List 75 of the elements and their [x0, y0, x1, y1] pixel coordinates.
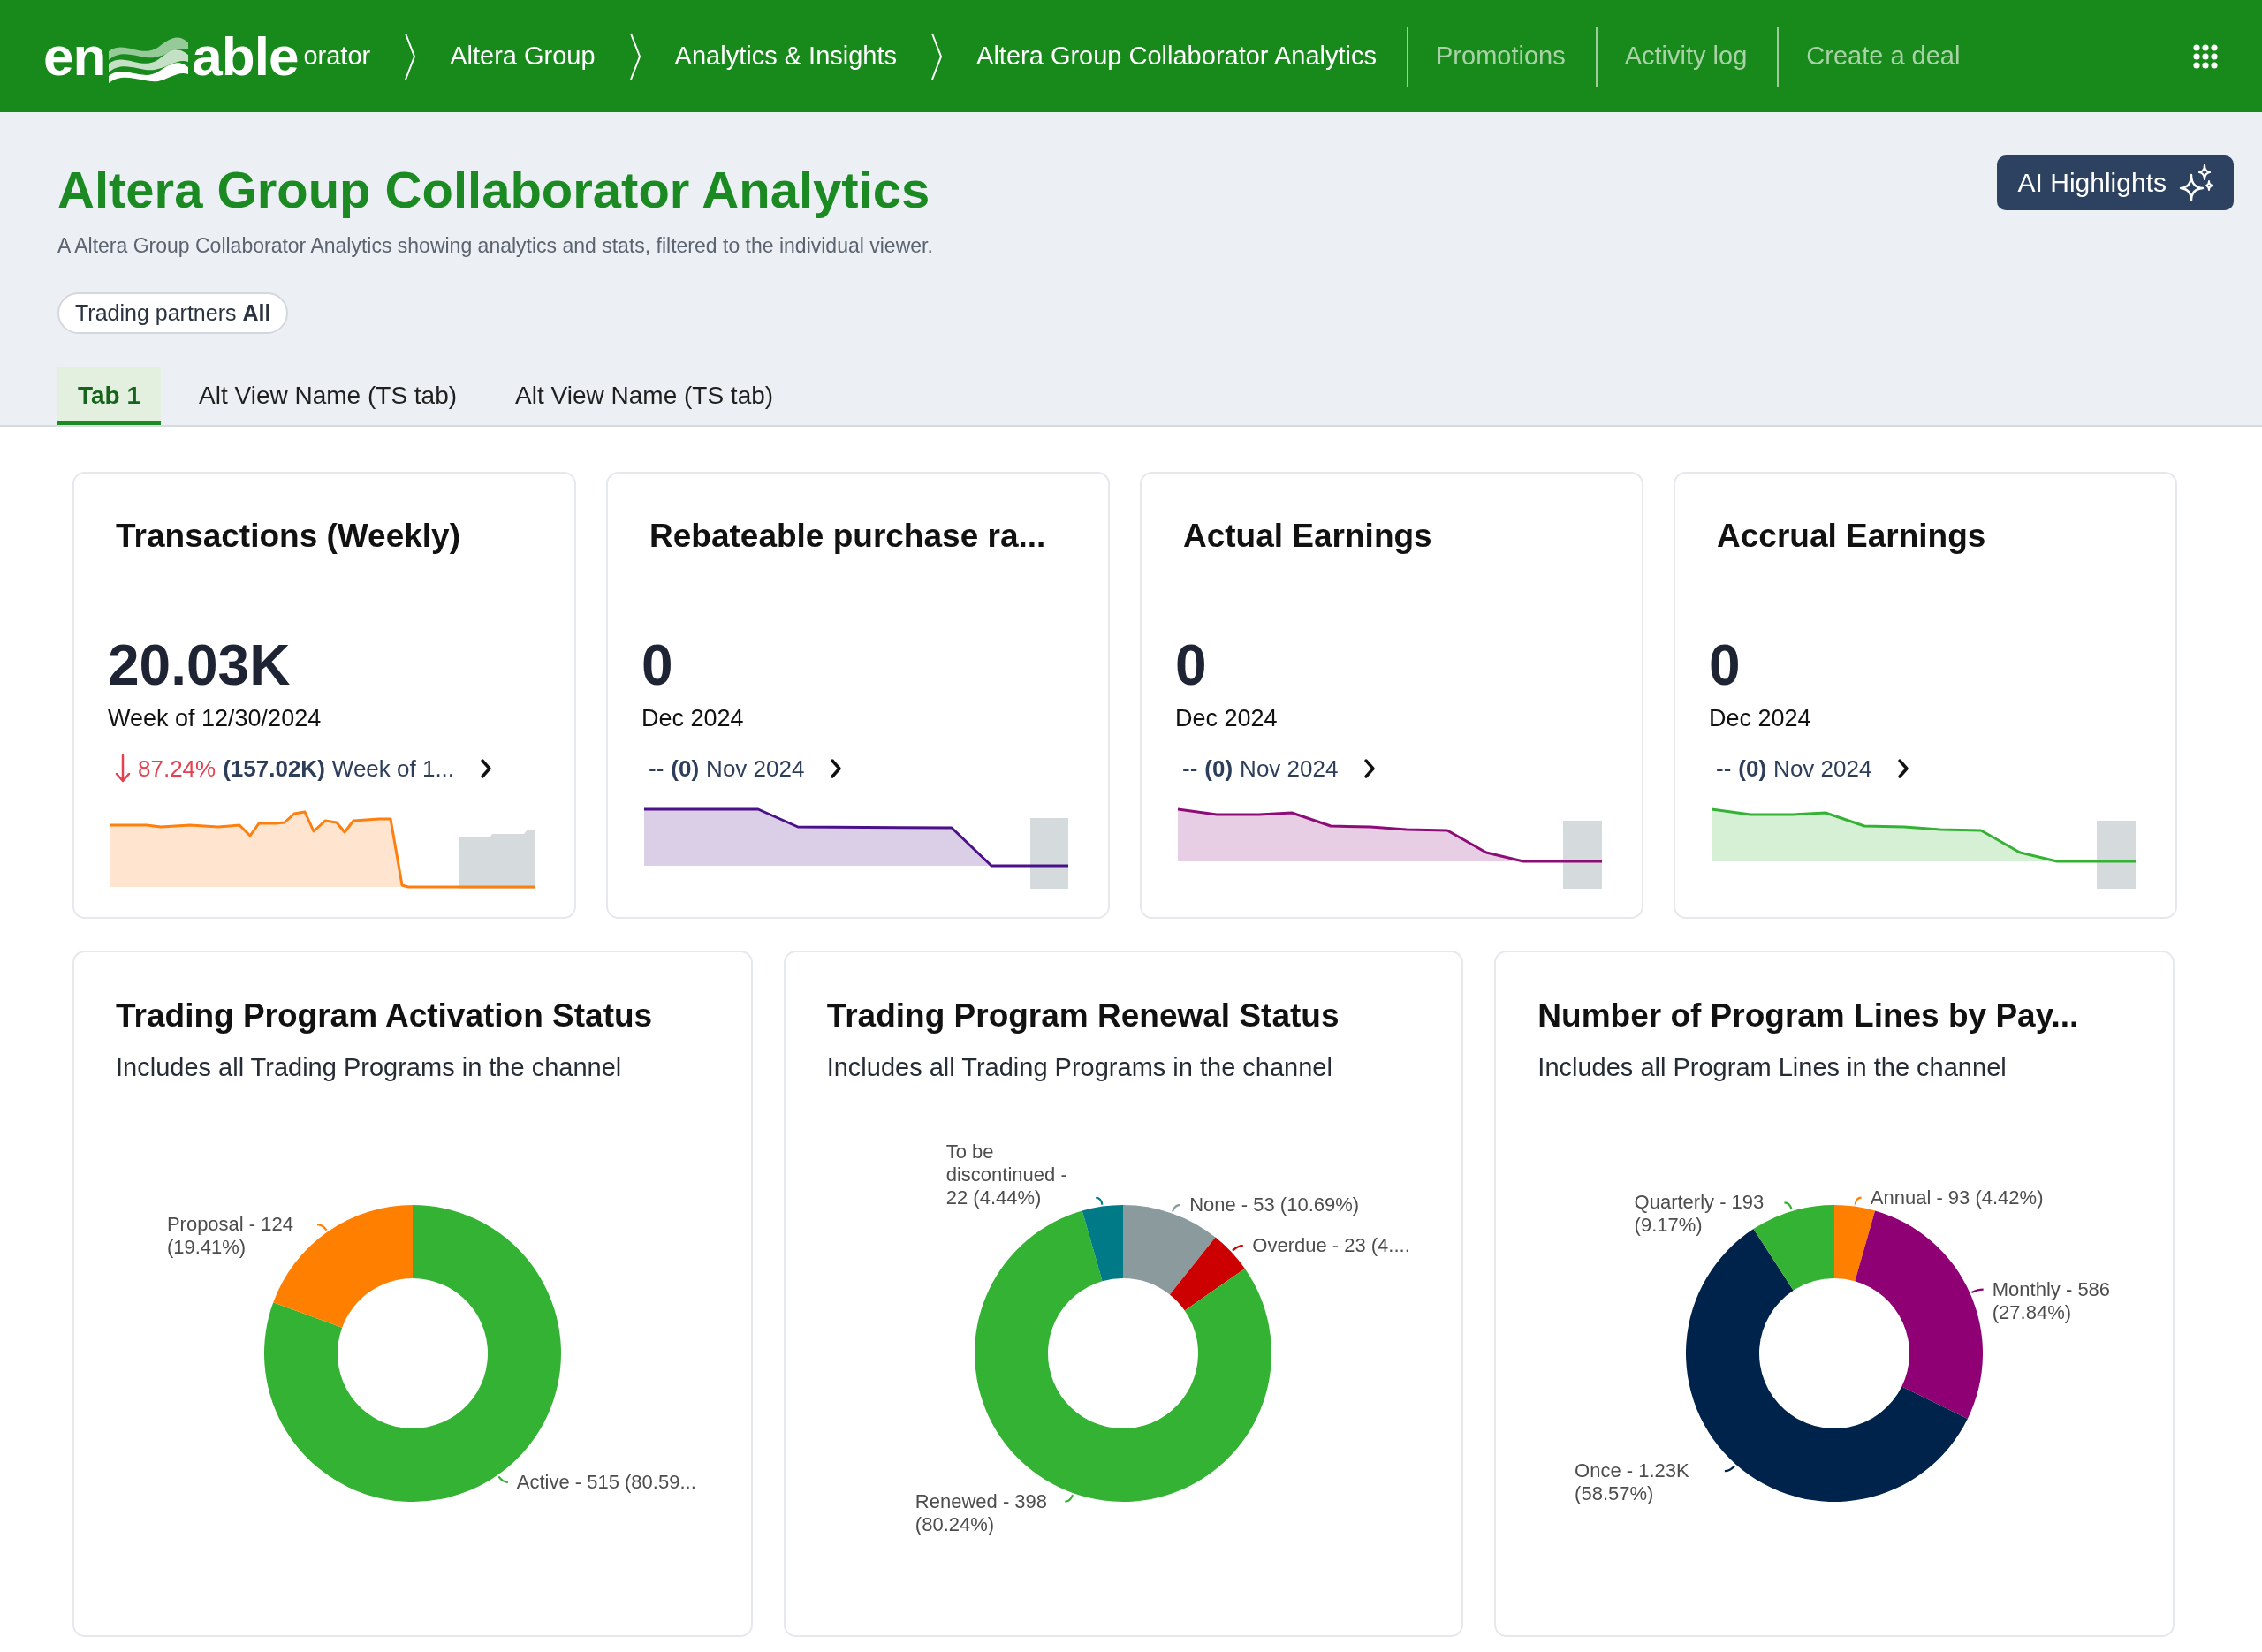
previous-period: Nov 2024: [1773, 754, 1872, 783]
change-percent: --: [1182, 754, 1198, 783]
previous-period: Nov 2024: [1240, 754, 1339, 783]
breadcrumb-link[interactable]: orator: [303, 42, 371, 71]
chevron-right-icon: [628, 31, 641, 81]
breadcrumb-link[interactable]: Analytics & Insights: [674, 42, 898, 71]
previous-value: (0): [671, 754, 700, 783]
kpi-period: Week of 12/30/2024: [108, 704, 323, 733]
kpi-value: 0: [641, 633, 674, 697]
card-subtitle: Includes all Trading Programs in the channel: [826, 1052, 1333, 1083]
kpi-period: Dec 2024: [1175, 704, 1279, 733]
nav-link[interactable]: Promotions: [1436, 42, 1566, 71]
logo[interactable]: en able: [43, 28, 299, 84]
page-title: Altera Group Collaborator Analytics: [57, 160, 931, 220]
card-title: Trading Program Activation Status: [116, 997, 654, 1035]
previous-value: (0): [1204, 754, 1233, 783]
leader-line: [1784, 1201, 1793, 1210]
kpi-value: 0: [1709, 633, 1742, 697]
kpi-value: 20.03K: [108, 633, 292, 697]
card-subtitle: Includes all Trading Programs in the channel: [116, 1052, 623, 1083]
previous-value: (0): [1738, 754, 1767, 783]
leader-line: [1065, 1494, 1074, 1503]
leader-line: [1096, 1196, 1104, 1205]
nav-link[interactable]: Create a deal: [1806, 42, 1961, 71]
leader-line: [1232, 1245, 1244, 1252]
apps-grid-icon[interactable]: [2193, 43, 2218, 69]
sparkle-icon: [2177, 164, 2214, 201]
data-label: Overdue - 23 (4....: [1252, 1234, 1410, 1258]
data-label: Once - 1.23K (58.57%): [1575, 1459, 1690, 1506]
leader-line: [1172, 1203, 1181, 1212]
leader-line: [1854, 1196, 1862, 1205]
data-label: To be discontinued - 22 (4.44%): [945, 1140, 1068, 1209]
previous-period: Nov 2024: [706, 754, 805, 783]
chevron-right-icon[interactable]: [1896, 757, 1911, 780]
chevron-right-icon: [404, 31, 417, 81]
change-percent: 87.24%: [138, 754, 216, 783]
kpi-period: Dec 2024: [641, 704, 745, 733]
data-label: Monthly - 586 (27.84%): [1992, 1277, 2112, 1324]
data-label: Renewed - 398 (80.24%): [915, 1489, 1049, 1536]
leader-line: [497, 1475, 508, 1483]
data-label: Annual - 93 (4.42%): [1870, 1186, 2044, 1209]
tab[interactable]: Alt View Name (TS tab): [178, 367, 478, 425]
leader-line: [316, 1224, 328, 1231]
filter-chip[interactable]: Trading partners All: [57, 292, 289, 334]
chevron-right-icon[interactable]: [479, 757, 494, 780]
data-label: Active - 515 (80.59...: [516, 1470, 696, 1494]
tab[interactable]: Tab 1: [57, 367, 162, 425]
card-title: Actual Earnings: [1183, 517, 1433, 556]
card-title: Trading Program Renewal Status: [826, 997, 1340, 1035]
ai-highlights-button[interactable]: AI Highlights: [1996, 155, 2234, 210]
previous-value: (157.02K): [223, 754, 325, 783]
nav-link[interactable]: Activity log: [1624, 42, 1748, 71]
data-label: Proposal - 124 (19.41%): [166, 1213, 294, 1260]
chevron-right-icon[interactable]: [829, 757, 844, 780]
breadcrumb-link[interactable]: Altera Group: [450, 42, 596, 71]
card-title: Number of Program Lines by Pay...: [1537, 997, 2080, 1035]
change-percent: --: [1716, 754, 1732, 783]
data-label: None - 53 (10.69%): [1189, 1193, 1360, 1216]
chevron-right-icon: [930, 31, 944, 81]
kpi-value: 0: [1175, 633, 1208, 697]
tab[interactable]: Alt View Name (TS tab): [495, 367, 794, 425]
chevron-right-icon[interactable]: [1363, 757, 1378, 780]
page-description: A Altera Group Collaborator Analytics showing analytics and stats, filtered to the individual viewer.: [57, 233, 933, 259]
leader-line: [1724, 1465, 1736, 1473]
card-title: Rebateable purchase ra...: [649, 517, 1047, 556]
kpi-period: Dec 2024: [1709, 704, 1812, 733]
data-label: Quarterly - 193 (9.17%): [1634, 1191, 1765, 1238]
card-title: Transactions (Weekly): [116, 517, 462, 556]
card-subtitle: Includes all Program Lines in the channel: [1537, 1052, 2008, 1083]
arrow-down-icon: [115, 754, 131, 784]
leader-line: [1971, 1288, 1984, 1293]
card-title: Accrual Earnings: [1717, 517, 1987, 556]
previous-period: Week of 1...: [331, 754, 455, 783]
change-percent: --: [649, 754, 664, 783]
breadcrumb-link[interactable]: Altera Group Collaborator Analytics: [976, 42, 1377, 71]
